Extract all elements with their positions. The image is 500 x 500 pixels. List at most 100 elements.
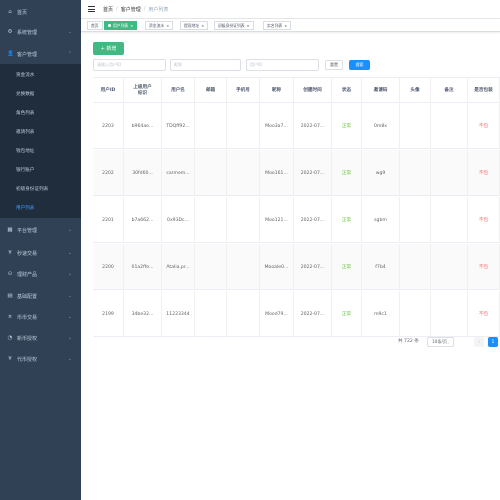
user-id-search-input[interactable]: 请输入用户ID bbox=[93, 59, 166, 71]
table-cell: Moo161... bbox=[260, 150, 294, 196]
page-1-button[interactable]: 1 bbox=[488, 337, 498, 347]
sidebar-item-menu20[interactable]: ▦ 平台管理 ⌄ bbox=[0, 220, 81, 240]
nickname-search-input[interactable]: 昵称 bbox=[170, 59, 241, 71]
prev-page-button[interactable]: ‹ bbox=[474, 337, 484, 347]
table-cell bbox=[227, 197, 260, 243]
status-badge: 正常 bbox=[332, 291, 362, 337]
chevron-icon: ⌄ bbox=[67, 29, 72, 35]
breadcrumb-customer[interactable]: 客户管理 bbox=[121, 6, 141, 13]
table-row[interactable]: 2201 b7a662... 0x93Dc... Moo121... 2022-07..… bbox=[93, 197, 500, 243]
submenu-item[interactable]: 角色列表 bbox=[0, 103, 81, 122]
status-badge: 正常 bbox=[332, 197, 362, 243]
column-header-text: 状态 bbox=[341, 88, 352, 93]
sidebar-item-menu24[interactable]: ¤ 币币交易 ⌄ bbox=[0, 307, 81, 327]
sidebar-item-label: 币币交易 bbox=[17, 314, 38, 321]
table-cell bbox=[227, 103, 260, 149]
chevron-icon: ⌄ bbox=[67, 335, 72, 341]
chart-icon: ◔ bbox=[7, 335, 13, 341]
table-cell: Moo3a7... bbox=[260, 103, 294, 149]
close-icon[interactable]: × bbox=[130, 24, 133, 28]
column-header: 邮箱 bbox=[195, 78, 227, 104]
yen-icon: ¥ bbox=[8, 250, 12, 256]
table-cell bbox=[195, 150, 227, 196]
package-status[interactable]: 不包 bbox=[468, 197, 500, 243]
table-cell: 01a2ffe... bbox=[124, 244, 162, 290]
table-cell bbox=[195, 103, 227, 149]
submenu-item[interactable]: 银行账户 bbox=[0, 160, 81, 179]
uid-search-input[interactable]: 用户ID bbox=[246, 59, 319, 71]
tag-user-list[interactable]: 用户列表 × bbox=[104, 21, 138, 30]
breadcrumb-home[interactable]: 首页 bbox=[103, 6, 113, 13]
table-row[interactable]: 2202 30fd60... carmem... Moo161... 2022-07..… bbox=[93, 150, 500, 196]
table-cell: 2022-07... bbox=[294, 150, 332, 196]
package-status[interactable]: 不包 bbox=[468, 244, 500, 290]
submenu-item[interactable]: 初级身份证列表 bbox=[0, 179, 81, 198]
column-header-text: 用户名 bbox=[171, 88, 185, 93]
table-row[interactable]: 2203 b964ae... TDQff92... Moo3a7... 2022-07.… bbox=[93, 103, 500, 149]
table-cell: wg9 bbox=[362, 150, 400, 196]
sidebar-item-label: 理财产品 bbox=[17, 271, 38, 278]
column-header-text: 标识 bbox=[137, 91, 148, 96]
table-cell: 11223344 bbox=[162, 291, 195, 337]
active-dot-icon bbox=[108, 24, 111, 27]
table-cell: 2201 bbox=[93, 197, 124, 243]
column-header: 是否包装 bbox=[468, 78, 500, 104]
reset-button[interactable]: 重置 bbox=[325, 60, 343, 70]
close-icon[interactable]: × bbox=[201, 24, 204, 28]
circle-icon: ⊙ bbox=[7, 271, 13, 277]
hamburger-icon[interactable] bbox=[88, 6, 95, 12]
page-size-select[interactable]: 10条/页 ⌄ bbox=[427, 337, 454, 347]
sidebar-item-menu21[interactable]: ¥ 秒速交易 ⌄ bbox=[0, 243, 81, 263]
tag-withdraw-address[interactable]: 提现地址 × bbox=[180, 21, 209, 30]
table-cell bbox=[195, 197, 227, 243]
table-cell bbox=[400, 291, 431, 337]
package-status[interactable]: 不包 bbox=[468, 103, 500, 149]
close-icon[interactable]: × bbox=[166, 24, 169, 28]
status-badge: 正常 bbox=[332, 150, 362, 196]
close-icon[interactable]: × bbox=[247, 24, 250, 28]
submenu-item[interactable]: 兑换数据 bbox=[0, 84, 81, 103]
close-icon[interactable]: × bbox=[284, 24, 287, 28]
submenu-item[interactable]: 钱包地址 bbox=[0, 141, 81, 160]
package-status[interactable]: 不包 bbox=[468, 291, 500, 337]
sidebar-item-label: 新币授权 bbox=[17, 335, 38, 342]
column-header: 创建时间 bbox=[294, 78, 332, 104]
status-badge: 正常 bbox=[332, 103, 362, 149]
sidebar-item-menu2[interactable]: 👤 客户管理 ⌃ bbox=[0, 44, 81, 64]
chevron-icon: ⌄ bbox=[67, 356, 72, 362]
table-cell bbox=[195, 291, 227, 337]
tag-fund-flow[interactable]: 资金流水 × bbox=[145, 21, 174, 30]
sidebar-item-menu25[interactable]: ◔ 新币授权 ⌄ bbox=[0, 328, 81, 348]
sidebar-item-label: 基础配置 bbox=[17, 293, 38, 300]
table-cell: f7b4 bbox=[362, 244, 400, 290]
sidebar-item-menu0[interactable]: ⌂ 首页 bbox=[0, 2, 81, 22]
sidebar-item-menu22[interactable]: ⊙ 理财产品 ⌄ bbox=[0, 264, 81, 284]
package-status[interactable]: 不包 bbox=[468, 150, 500, 196]
add-button[interactable]: + 新增 bbox=[93, 42, 124, 55]
column-header: 邀请码 bbox=[362, 78, 400, 104]
column-header: 状态 bbox=[332, 78, 362, 104]
search-button[interactable]: 搜索 bbox=[349, 60, 370, 70]
sidebar-item-label: 首页 bbox=[17, 9, 28, 16]
tag-realname-list[interactable]: 实名列表 × bbox=[263, 21, 292, 30]
tag-home[interactable]: 首页 bbox=[87, 21, 103, 30]
table-row[interactable]: 2199 34be32... 11223344 Mood79... 2022-07...… bbox=[93, 291, 500, 337]
sidebar-item-label: 系统管理 bbox=[17, 29, 38, 36]
submenu-item[interactable]: 邀请列表 bbox=[0, 122, 81, 141]
grid-icon: ▦ bbox=[7, 227, 13, 233]
sidebar-item-menu1[interactable]: ⚙ 系统管理 ⌄ bbox=[0, 22, 81, 42]
column-header-text: 是否包装 bbox=[474, 88, 493, 93]
column-header-text: 邀请码 bbox=[373, 88, 388, 93]
user-icon: 👤 bbox=[7, 51, 14, 57]
tags-view: 首页 用户列表 × 资金流水 × 提现地址 × 初级身份证列表 × 实名列表 × bbox=[81, 19, 500, 32]
table-row[interactable]: 2200 01a2ffe... Atalia.pr... Mooale0... 2022… bbox=[93, 244, 500, 290]
submenu-item[interactable]: 资金流水 bbox=[0, 65, 81, 84]
tag-id-list[interactable]: 初级身份证列表 × bbox=[214, 21, 254, 30]
submenu-item[interactable]: 用户列表 bbox=[0, 198, 81, 217]
sidebar-item-label: 代币授权 bbox=[17, 356, 38, 363]
sidebar-item-menu23[interactable]: ▤ 基础配置 ⌄ bbox=[0, 286, 81, 306]
table-cell: Moo121... bbox=[260, 197, 294, 243]
column-header-text: 昵称 bbox=[271, 88, 282, 93]
sidebar-item-menu26[interactable]: ¥ 代币授权 ⌄ bbox=[0, 349, 81, 369]
breadcrumb-sep: / bbox=[143, 6, 146, 12]
